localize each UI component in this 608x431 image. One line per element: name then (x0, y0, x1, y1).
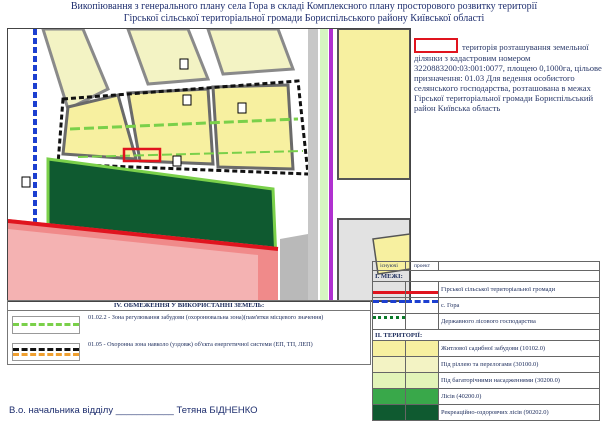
legend-row: Рекреаційно-оздоровчих лісів (90202.0) (372, 404, 600, 421)
energy-zone-symbol (12, 343, 80, 361)
legend-row: Гірської сільської територіальної громад… (372, 281, 600, 298)
building-marker (179, 58, 189, 70)
legend-row: Лісів (40200.0) (372, 388, 600, 405)
legend-label: Житлової садибної забудови (10102.0) (438, 340, 600, 357)
road-bottom (280, 234, 308, 301)
legend-row: Житлової садибної забудови (10102.0) (372, 340, 600, 357)
building-marker (172, 155, 182, 167)
legend-label: с. Гора (438, 297, 600, 314)
legend-label: Під багаторічними насадженнями (30200.0) (438, 372, 600, 389)
restriction-label: 01.02.2 - Зона регулювання забудови (охо… (88, 314, 324, 321)
signature-line: В.о. начальника відділу ___________ Тетя… (9, 405, 258, 416)
residential-block-3 (211, 83, 295, 171)
plot-outline-swatch (414, 38, 458, 53)
legend-header-row: існуючі проект (372, 261, 600, 271)
legend-row: Під багаторічними насадженнями (30200.0) (372, 372, 600, 389)
legend-table: існуючі проект І. МЕЖІ: Гірської сільськ… (372, 261, 600, 421)
title-line-2: Гірської сільської територіальної громад… (123, 13, 485, 24)
map-svg (8, 29, 410, 301)
legend-row: с. Гора (372, 297, 600, 314)
regulation-zone-symbol (12, 316, 80, 334)
col-existing: існуючі (372, 261, 406, 271)
green-strip (320, 29, 328, 301)
restrictions-box: ІV. ОБМЕЖЕННЯ У ВИКОРИСТАННІ ЗЕМЕЛЬ: 01.… (7, 300, 371, 365)
residential-right (337, 29, 410, 180)
legend-label: Лісів (40200.0) (438, 388, 600, 405)
map-title: Викопіювання з генерального плану села Г… (0, 1, 608, 25)
legend-label: Гірської сільської територіальної громад… (438, 281, 600, 298)
map-canvas[interactable] (7, 28, 411, 302)
legend-label: Під ріллею та перелогами (30100.0) (438, 356, 600, 373)
restriction-row: 01.02.2 - Зона регулювання забудови (охо… (8, 311, 370, 337)
legend-label: Державного лісового господарства (438, 313, 600, 330)
col-project: проект (405, 261, 439, 271)
road-vertical (308, 29, 318, 301)
legend-row: Під ріллею та перелогами (30100.0) (372, 356, 600, 373)
legend-row: Державного лісового господарства (372, 313, 600, 330)
building-marker (21, 176, 31, 188)
plot-legend: територія розташування земельної ділянки… (414, 38, 604, 113)
restriction-row: 01.05 - Охоронна зона навколо (уздовж) о… (8, 338, 370, 364)
restriction-label: 01.05 - Охоронна зона навколо (уздовж) о… (88, 341, 313, 348)
section-boundaries: І. МЕЖІ: (372, 270, 600, 282)
building-marker (182, 94, 192, 106)
legend-label: Рекреаційно-оздоровчих лісів (90202.0) (438, 404, 600, 421)
restrictions-header: ІV. ОБМЕЖЕННЯ У ВИКОРИСТАННІ ЗЕМЕЛЬ: (8, 301, 370, 311)
building-marker (237, 102, 247, 114)
field-block-3 (206, 29, 296, 76)
plot-legend-text: територія розташування земельної ділянки… (414, 42, 602, 113)
section-territories: ІІ. ТЕРИТОРІЇ: (372, 329, 600, 341)
title-line-1: Викопіювання з генерального плану села Г… (70, 1, 538, 12)
